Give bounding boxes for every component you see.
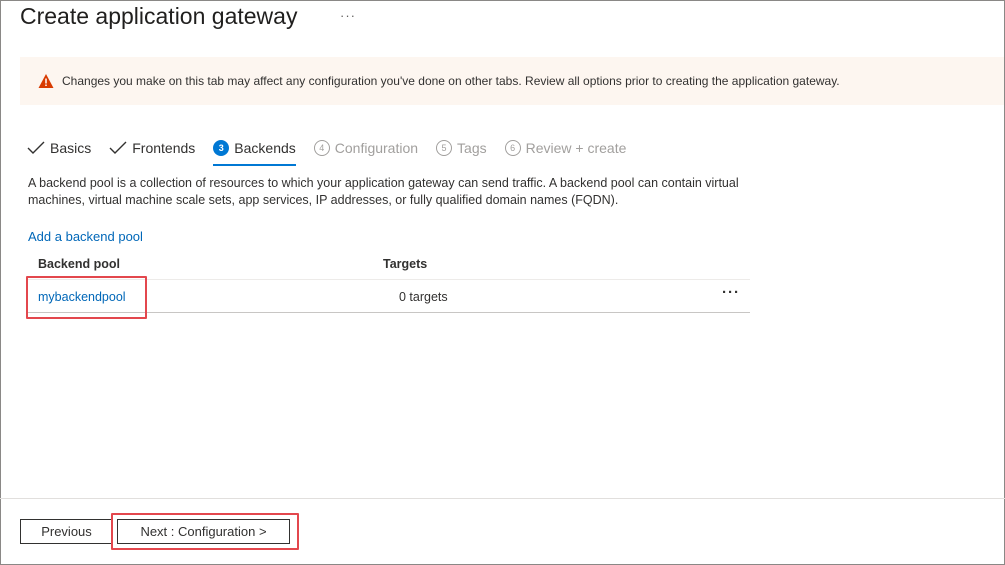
warning-banner: Changes you make on this tab may affect … [20, 57, 1004, 105]
page-title: Create application gateway [20, 3, 298, 29]
previous-button[interactable]: Previous [20, 519, 113, 544]
tab-label: Basics [50, 140, 92, 156]
tab-label: Review + create [525, 140, 627, 156]
backend-pool-description: A backend pool is a collection of resour… [28, 176, 739, 207]
tab-tags[interactable]: 5 Tags [436, 136, 487, 160]
highlight-box [111, 513, 299, 550]
more-options-button[interactable]: ··· [340, 8, 356, 23]
step-number-badge: 3 [213, 140, 230, 156]
warning-icon [38, 73, 54, 89]
targets-count: 0 targets [399, 290, 448, 304]
tab-configuration[interactable]: 4 Configuration [313, 136, 419, 160]
checkmark-icon [109, 141, 127, 154]
tab-label: Frontends [132, 140, 196, 156]
row-more-options-button[interactable]: ··· [722, 284, 740, 301]
tab-label: Tags [457, 140, 487, 156]
tab-basics[interactable]: Basics [27, 136, 91, 160]
tab-backends[interactable]: 3 Backends [213, 136, 297, 166]
wizard-tabs: Basics Frontends 3 Backends 4 Configurat… [27, 133, 644, 166]
add-backend-pool-link[interactable]: Add a backend pool [28, 229, 143, 244]
step-number-badge: 4 [313, 140, 330, 156]
tab-label: Configuration [334, 140, 419, 156]
column-header-backend-pool: Backend pool [38, 257, 120, 271]
footer-divider [0, 498, 1005, 499]
highlight-box [26, 276, 147, 319]
tab-frontends[interactable]: Frontends [109, 136, 195, 160]
warning-text: Changes you make on this tab may affect … [62, 74, 840, 88]
tab-review-create[interactable]: 6 Review + create [504, 136, 627, 160]
checkmark-icon [27, 141, 45, 154]
column-header-targets: Targets [383, 257, 428, 271]
step-number-badge: 6 [504, 140, 521, 156]
tab-label: Backends [234, 140, 296, 156]
step-number-badge: 5 [436, 140, 453, 156]
